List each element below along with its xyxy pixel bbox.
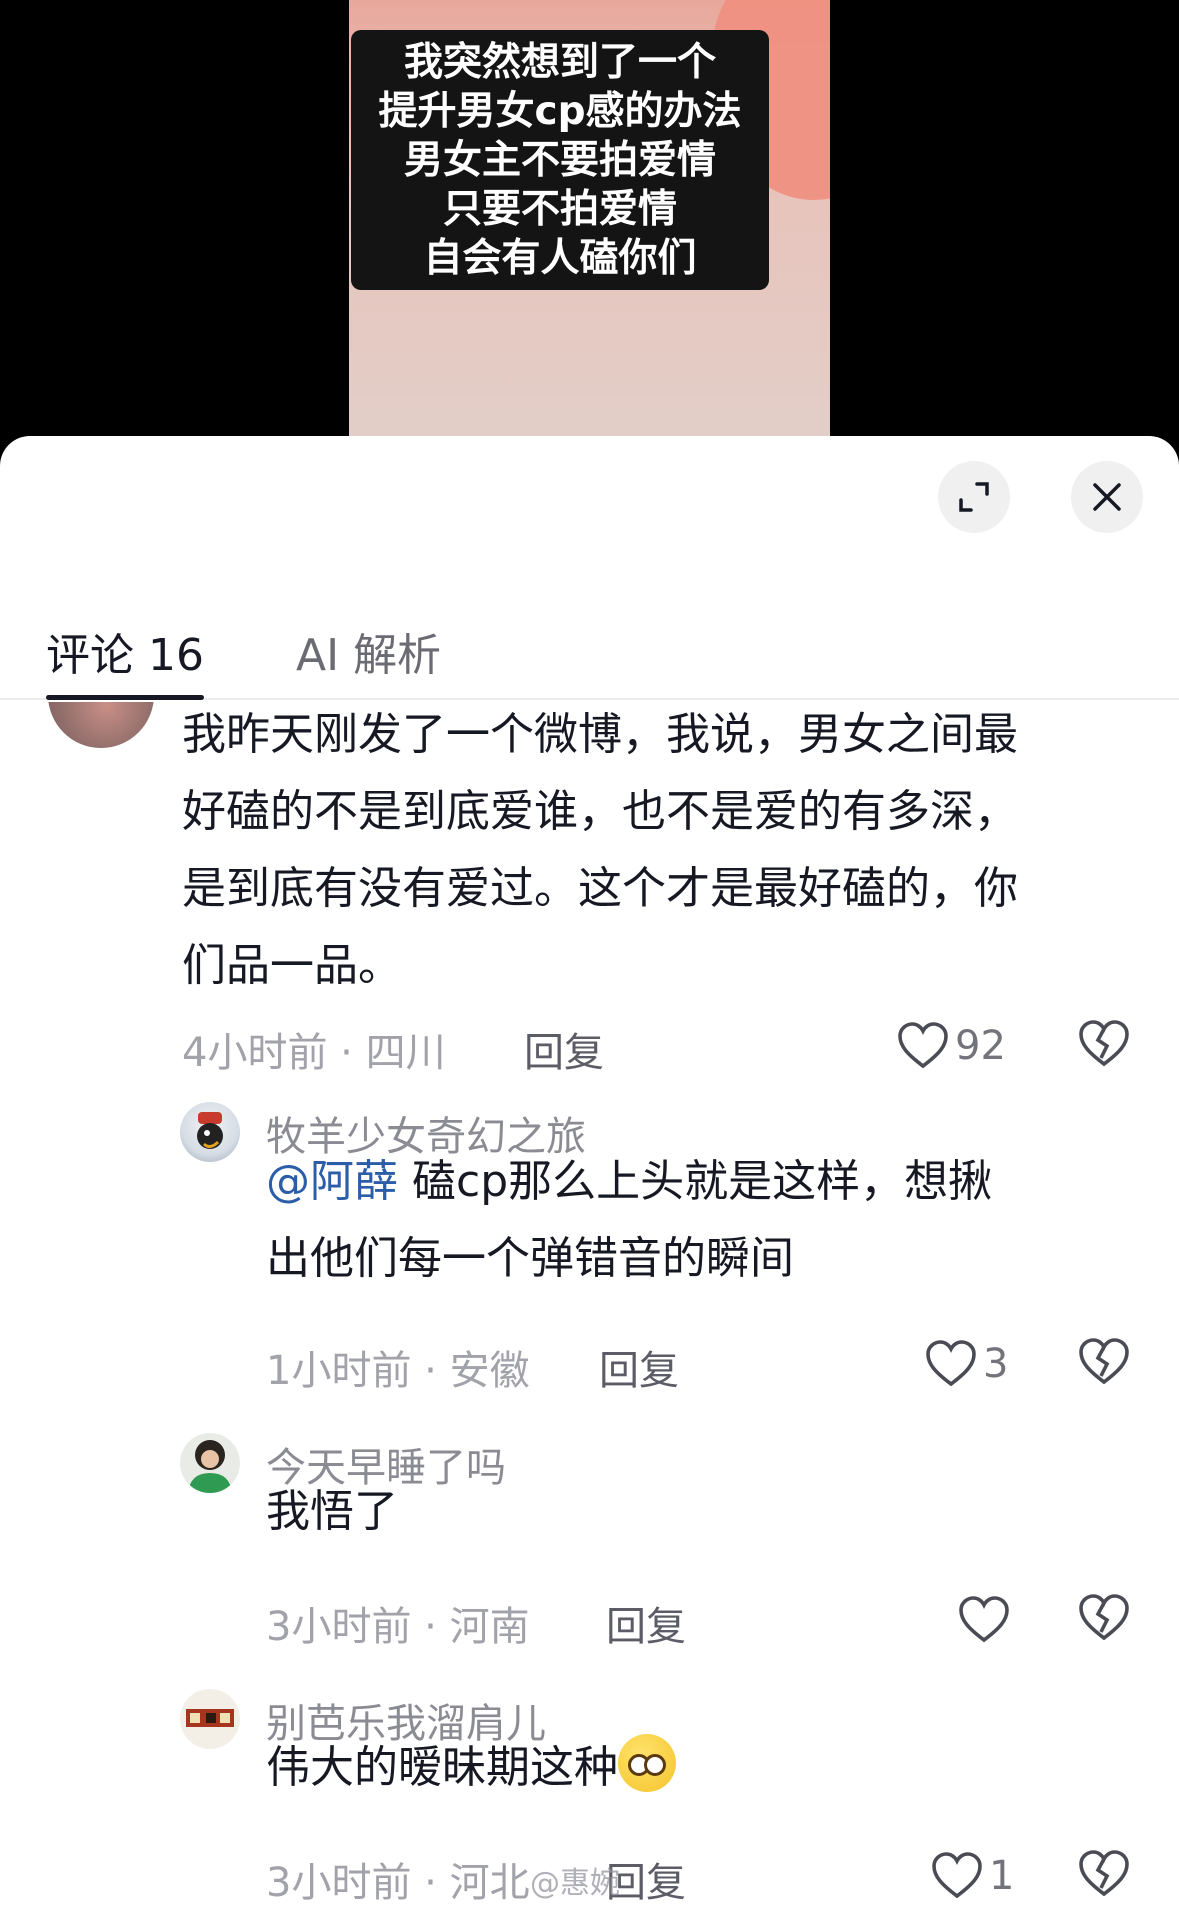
avatar[interactable] xyxy=(48,702,154,748)
mention-link[interactable]: @阿薛 xyxy=(266,1156,398,1207)
comment-text-line: 我昨天刚发了一个微博，我说，男女之间最 xyxy=(182,709,1018,760)
like-count: 1 xyxy=(989,1853,1015,1899)
comment-text-line: @阿薛 磕cp那么上头就是这样，想揪 xyxy=(266,1143,1126,1220)
caption-line: 男女主不要拍爱情 xyxy=(403,137,716,183)
comment-text-line: 好磕的不是到底爱谁，也不是爱的有多深， xyxy=(182,786,1018,837)
expand-icon xyxy=(959,482,989,512)
reply-button[interactable]: 回复 xyxy=(599,1338,679,1396)
tab-ai-analysis[interactable]: AI 解析 xyxy=(296,606,441,706)
comment-text: 我昨天刚发了一个微博，我说，男女之间最 好磕的不是到底爱谁，也不是爱的有多深， … xyxy=(182,702,1142,1004)
caption-line: 只要不拍爱情 xyxy=(442,186,677,232)
caption-line: 我突然想到了一个 xyxy=(403,39,716,85)
dislike-button[interactable] xyxy=(1078,1850,1130,1902)
reply-button[interactable]: 回复 xyxy=(606,1594,686,1652)
like-count: 92 xyxy=(955,1023,1006,1069)
heart-icon xyxy=(898,1022,948,1069)
heart-icon xyxy=(932,1852,982,1899)
comment-meta: 1小时前 · 安徽 xyxy=(266,1348,530,1394)
reply-button[interactable]: 回复 xyxy=(524,1020,604,1078)
heart-icon xyxy=(959,1596,1009,1643)
avatar[interactable] xyxy=(180,1689,240,1749)
dislike-button[interactable] xyxy=(1078,1338,1130,1390)
caption-line: 提升男女cp感的办法 xyxy=(378,88,742,134)
video-player[interactable]: 我突然想到了一个 提升男女cp感的办法 男女主不要拍爱情 只要不拍爱情 自会有人… xyxy=(0,0,1179,450)
like-button[interactable]: 92 xyxy=(897,1018,1006,1074)
broken-heart-icon xyxy=(1079,1850,1129,1897)
active-tab-indicator xyxy=(46,695,204,700)
comment-meta: 3小时前 · 河南 xyxy=(266,1604,530,1650)
heart-icon xyxy=(926,1340,976,1387)
comment-text: 我悟了 xyxy=(266,1486,398,1537)
broken-heart-icon xyxy=(1079,1594,1129,1641)
like-button[interactable]: 3 xyxy=(925,1336,1008,1392)
avatar-image xyxy=(188,1440,232,1493)
tab-bar: 评论 16 AI 解析 xyxy=(0,606,1179,700)
pleading-face-emoji xyxy=(618,1734,676,1792)
expand-button[interactable] xyxy=(938,461,1010,533)
comment-meta: 3小时前 · 河北 xyxy=(266,1860,530,1906)
avatar[interactable] xyxy=(180,1433,240,1493)
comment-text-line: 出他们每一个弹错音的瞬间 xyxy=(266,1233,794,1284)
comment-text: @阿薛 磕cp那么上头就是这样，想揪 出他们每一个弹错音的瞬间 xyxy=(266,1143,1126,1297)
broken-heart-icon xyxy=(1079,1020,1129,1067)
tab-comments[interactable]: 评论 16 xyxy=(46,606,204,706)
comment-text: 伟大的暧昧期这种 xyxy=(266,1729,676,1806)
like-button[interactable]: 1 xyxy=(931,1848,1014,1904)
watermark: @惠婉 xyxy=(530,1866,620,1901)
comment-list[interactable]: 我昨天刚发了一个微博，我说，男女之间最 好磕的不是到底爱谁，也不是爱的有多深， … xyxy=(0,702,1179,1913)
comment-text-line: 是到底有没有爱过。这个才是最好磕的，你 xyxy=(182,863,1018,914)
comment-text-fragment: 磕cp那么上头就是这样，想揪 xyxy=(412,1156,993,1207)
avatar-image xyxy=(197,1112,223,1149)
dislike-button[interactable] xyxy=(1078,1020,1130,1072)
screen: 我突然想到了一个 提升男女cp感的办法 男女主不要拍爱情 只要不拍爱情 自会有人… xyxy=(0,0,1179,1913)
comment-sheet: 评论 16 AI 解析 我昨天刚发了一个微博，我说，男女之间最 好磕的不是到底爱… xyxy=(0,436,1179,1913)
close-button[interactable] xyxy=(1071,461,1143,533)
broken-heart-icon xyxy=(1079,1338,1129,1385)
comment-text-fragment: 伟大的暧昧期这种 xyxy=(266,1742,618,1793)
close-icon xyxy=(1093,483,1121,511)
video-caption: 我突然想到了一个 提升男女cp感的办法 男女主不要拍爱情 只要不拍爱情 自会有人… xyxy=(351,30,769,290)
caption-line: 自会有人磕你们 xyxy=(423,235,697,281)
dislike-button[interactable] xyxy=(1078,1594,1130,1646)
like-count: 3 xyxy=(983,1341,1009,1387)
avatar-image xyxy=(186,1709,234,1727)
avatar[interactable] xyxy=(180,1102,240,1162)
comment-meta: 4小时前 · 四川 xyxy=(182,1030,446,1076)
comment-text-line: 们品一品。 xyxy=(182,940,402,991)
like-button[interactable] xyxy=(958,1592,1010,1648)
